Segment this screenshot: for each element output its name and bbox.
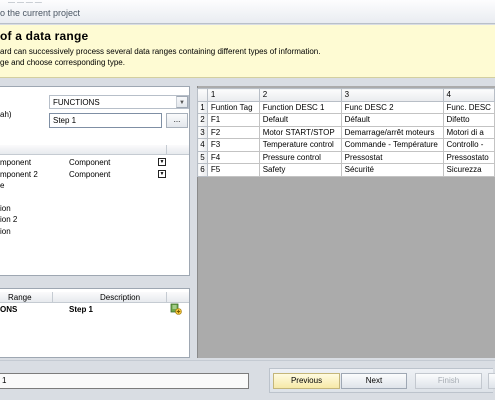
grid-cell[interactable]: Motor START/STOP	[258, 125, 342, 139]
grid-cell[interactable]: Sicurezza	[442, 163, 495, 177]
range-column-header: Range	[8, 293, 32, 302]
grid-column-header[interactable]: 3	[340, 88, 444, 102]
grid-row-header[interactable]: 3	[197, 125, 208, 139]
cancel-button-partial[interactable]	[488, 373, 495, 389]
add-range-icon[interactable]	[170, 303, 182, 315]
grid-column-header[interactable]: 2	[258, 88, 342, 102]
grid-row: 4 F3 Temperature control Commande - Temp…	[197, 138, 495, 152]
range-type-value: FUNCTIONS	[53, 98, 100, 107]
grid-cell[interactable]: Default	[258, 113, 342, 127]
grid-cell[interactable]: Temperature control	[258, 138, 342, 152]
chevron-down-icon[interactable]: ▼	[176, 96, 188, 108]
grid-cell[interactable]: Funtion Tag	[206, 100, 260, 114]
title-bar-faint-text: — — — —	[8, 0, 42, 6]
grid-cell[interactable]: Motori di a	[442, 125, 495, 139]
grid-row-header[interactable]: 2	[197, 113, 208, 127]
grid-cell[interactable]: Défault	[340, 113, 444, 127]
grid-cell[interactable]: F3	[206, 138, 260, 152]
window-title: o the current project	[0, 8, 81, 18]
grid-row-header[interactable]: 4	[197, 138, 208, 152]
grid-cell[interactable]: F5	[206, 163, 260, 177]
mapping-row-0-type[interactable]: Component	[69, 158, 110, 167]
title-bar: — — — — o the current project	[0, 0, 495, 24]
grid-corner	[197, 88, 208, 102]
mapping-grid-header	[0, 145, 189, 155]
grid-row-header[interactable]: 5	[197, 150, 208, 164]
mapping-row-6-left: ion	[0, 227, 11, 236]
grid-row-header[interactable]: 6	[197, 163, 208, 177]
finish-button[interactable]: Finish	[415, 373, 482, 389]
mapping-row-0-left: mponent	[0, 158, 32, 167]
grid-cell[interactable]: Func. DESC	[442, 100, 495, 114]
range-row-range[interactable]: ONS	[0, 305, 17, 314]
grid-row: 3 F2 Motor START/STOP Demarrage/arrêt mo…	[197, 125, 495, 139]
mapping-row-1-type[interactable]: Component	[69, 170, 110, 179]
mapping-row-5-left: ion 2	[0, 215, 18, 224]
grid-column-header[interactable]: 1	[206, 88, 260, 102]
grid-cell[interactable]: Sécurité	[340, 163, 444, 177]
mapping-row-1-left: mponent 2	[0, 170, 38, 179]
description-column-header: Description	[100, 293, 141, 302]
grid-column-header[interactable]: 4	[442, 88, 495, 102]
range-row-description[interactable]: Step 1	[69, 305, 93, 314]
grid-cell[interactable]: Pressure control	[258, 150, 342, 164]
previous-button[interactable]: Previous	[273, 373, 340, 389]
wizard-header: of a data range ard can successively pro…	[0, 25, 495, 78]
range-name-input[interactable]: Step 1	[49, 113, 162, 128]
grid-cell[interactable]: F1	[206, 113, 260, 127]
status-text: 1	[2, 376, 7, 385]
grid-row: 6 F5 Safety Sécurité Sicurezza	[197, 163, 495, 177]
grid-row: 2 F1 Default Défault Difetto	[197, 113, 495, 127]
range-name-value: Step 1	[53, 116, 77, 125]
mapping-row-2-left: e	[0, 181, 5, 190]
next-button[interactable]: Next	[341, 373, 407, 389]
grid-cell[interactable]: Commande - Température	[340, 138, 444, 152]
grid-header-row: 1 2 3 4	[197, 88, 495, 102]
grid-cell[interactable]: Controllo -	[442, 138, 495, 152]
chevron-down-icon[interactable]: ▼	[158, 170, 166, 178]
wizard-description-line-2: ge and choose corresponding type.	[0, 58, 125, 67]
status-field: 1	[0, 373, 249, 389]
grid-row: 5 F4 Pressure control Pressostat Pressos…	[197, 150, 495, 164]
spreadsheet-grid: 1 2 3 4 1 Funtion Tag Function DESC 1 Fu…	[197, 88, 495, 177]
ranges-list-header: Range Description	[0, 292, 189, 303]
browse-button[interactable]: ...	[166, 113, 188, 128]
grid-row-header[interactable]: 1	[197, 100, 208, 114]
grid-cell[interactable]: Demarrage/arrêt moteurs	[340, 125, 444, 139]
range-type-dropdown[interactable]: FUNCTIONS ▼	[49, 95, 189, 109]
grid-cell[interactable]: Func DESC 2	[340, 100, 444, 114]
tab-label: ah)	[0, 110, 12, 119]
grid-cell[interactable]: Safety	[258, 163, 342, 177]
wizard-description-line-1: ard can successively process several dat…	[0, 47, 321, 56]
chevron-down-icon[interactable]: ▼	[158, 158, 166, 166]
grid-cell[interactable]: F2	[206, 125, 260, 139]
grid-row: 1 Funtion Tag Function DESC 1 Func DESC …	[197, 100, 495, 114]
grid-cell[interactable]: Difetto	[442, 113, 495, 127]
grid-cell[interactable]: F4	[206, 150, 260, 164]
grid-cell[interactable]: Function DESC 1	[258, 100, 342, 114]
wizard-title: of a data range	[0, 29, 89, 43]
mapping-row-4-left: ion	[0, 204, 11, 213]
grid-cell[interactable]: Pressostato	[442, 150, 495, 164]
grid-cell[interactable]: Pressostat	[340, 150, 444, 164]
